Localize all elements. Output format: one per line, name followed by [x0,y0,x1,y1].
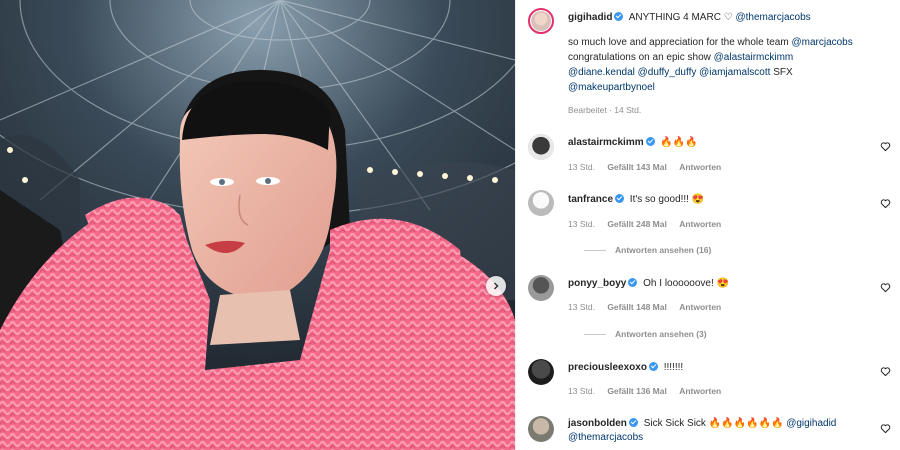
comment-text: preciousleexoxo !!!!!!! [568,361,875,375]
mention-link[interactable]: @themarcjacobs [568,432,643,443]
verified-badge-icon [648,362,658,371]
comment-body: Sick Sick Sick 🔥🔥🔥🔥🔥🔥 [643,418,784,429]
mention-link[interactable]: @themarcjacobs [735,12,810,23]
comment-time: 13 Std. [568,219,595,229]
comment-item: jasonbolden Sick Sick Sick 🔥🔥🔥🔥🔥🔥 @gigih… [516,414,900,450]
author-avatar[interactable] [528,8,554,34]
view-replies-label: Antworten ansehen (16) [615,245,712,255]
post-image [0,0,515,450]
heart-icon[interactable] [880,282,891,293]
heart-icon[interactable] [880,141,891,152]
comment-likes[interactable]: Gefällt 136 Mal [607,386,667,396]
commenter-avatar[interactable] [528,359,554,385]
commenter-avatar[interactable] [528,416,554,442]
commenter-username[interactable]: preciousleexoxo [568,362,647,373]
commenter-username[interactable]: tanfrance [568,194,613,205]
commenter-avatar[interactable] [528,134,554,160]
comment-meta: 13 Std. Gefällt 248 Mal Antworten [568,219,731,229]
verified-badge-icon [614,12,624,21]
view-replies-button[interactable]: Antworten ansehen (3) [584,329,707,339]
comment-text: tanfrance It's so good!!! 😍 [568,193,875,207]
reply-button[interactable]: Antworten [679,302,721,312]
commenter-username[interactable]: jasonbolden [568,418,627,429]
comment-item: tanfrance It's so good!!! 😍 13 Std. Gefä… [516,188,900,258]
comment-time: 13 Std. [568,162,595,172]
heart-icon[interactable] [880,198,891,209]
comment-text: alastairmckimm 🔥🔥🔥 [568,136,875,150]
verified-badge-icon [628,418,638,427]
replies-divider [584,249,606,251]
comment-likes[interactable]: Gefällt 143 Mal [607,162,667,172]
post-caption: gigihadid ANYTHING 4 MARC ♡ @themarcjaco… [516,8,900,128]
commenter-username[interactable]: ponyy_boyy [568,278,626,289]
author-username[interactable]: gigihadid [568,12,612,23]
reply-button[interactable]: Antworten [679,219,721,229]
edited-label: Bearbeitet · 14 Std. [568,105,642,115]
mention-link[interactable]: @makeupartbynoel [568,82,655,93]
mention-link[interactable]: @alastairmckimm [714,52,794,63]
commenter-username[interactable]: alastairmckimm [568,137,644,148]
comment-item: ponyy_boyy Oh I loooooove! 😍 13 Std. Gef… [516,273,900,343]
comment-text: ponyy_boyy Oh I loooooove! 😍 [568,277,875,291]
comment-likes[interactable]: Gefällt 148 Mal [607,302,667,312]
caption-line: SFX [773,67,793,78]
heart-icon[interactable] [880,423,891,434]
chevron-right-icon [493,282,499,290]
caption-head: ANYTHING 4 MARC ♡ [628,12,733,23]
mention-links[interactable]: @diane.kendal @duffy_duffy @iamjamalscot… [568,67,770,78]
replies-divider [584,333,606,335]
caption-line: congratulations on an epic show [568,52,711,63]
view-replies-button[interactable]: Antworten ansehen (16) [584,245,711,255]
caption-line: so much love and appreciation for the wh… [568,37,789,48]
comment-item: alastairmckimm 🔥🔥🔥 13 Std. Gefällt 143 M… [516,132,900,182]
comment-time: 13 Std. [568,386,595,396]
commenter-avatar[interactable] [528,275,554,301]
comment-meta: 13 Std. Gefällt 143 Mal Antworten [568,162,731,172]
comment-body: Oh I loooooove! 😍 [643,278,729,289]
comment-body: !!!!!!! [663,362,684,373]
mention-link[interactable]: @marcjacobs [791,37,852,48]
commenter-avatar[interactable] [528,190,554,216]
reply-button[interactable]: Antworten [679,386,721,396]
reply-button[interactable]: Antworten [679,162,721,172]
verified-badge-icon [615,194,625,203]
comment-body: It's so good!!! 😍 [629,194,705,205]
edited-timestamp: Bearbeitet · 14 Std. [568,105,651,115]
next-photo-button[interactable] [486,276,506,296]
comment-meta: 13 Std. Gefällt 136 Mal Antworten [568,386,731,396]
post-photo[interactable] [0,0,515,450]
comment-item: preciousleexoxo !!!!!!! 13 Std. Gefällt … [516,357,900,407]
instagram-post-view: gigihadid ANYTHING 4 MARC ♡ @themarcjaco… [0,0,900,450]
mention-link[interactable]: @gigihadid [786,418,836,429]
view-replies-label: Antworten ansehen (3) [615,329,707,339]
verified-badge-icon [645,137,655,146]
caption-text: gigihadid ANYTHING 4 MARC ♡ @themarcjaco… [568,11,875,95]
comment-likes[interactable]: Gefällt 248 Mal [607,219,667,229]
comment-meta: 13 Std. Gefällt 148 Mal Antworten [568,302,731,312]
heart-icon[interactable] [880,366,891,377]
comments-panel: gigihadid ANYTHING 4 MARC ♡ @themarcjaco… [515,0,900,450]
comment-body: 🔥🔥🔥 [660,137,698,148]
verified-badge-icon [628,278,638,287]
comment-time: 13 Std. [568,302,595,312]
comment-text: jasonbolden Sick Sick Sick 🔥🔥🔥🔥🔥🔥 @gigih… [568,417,875,445]
